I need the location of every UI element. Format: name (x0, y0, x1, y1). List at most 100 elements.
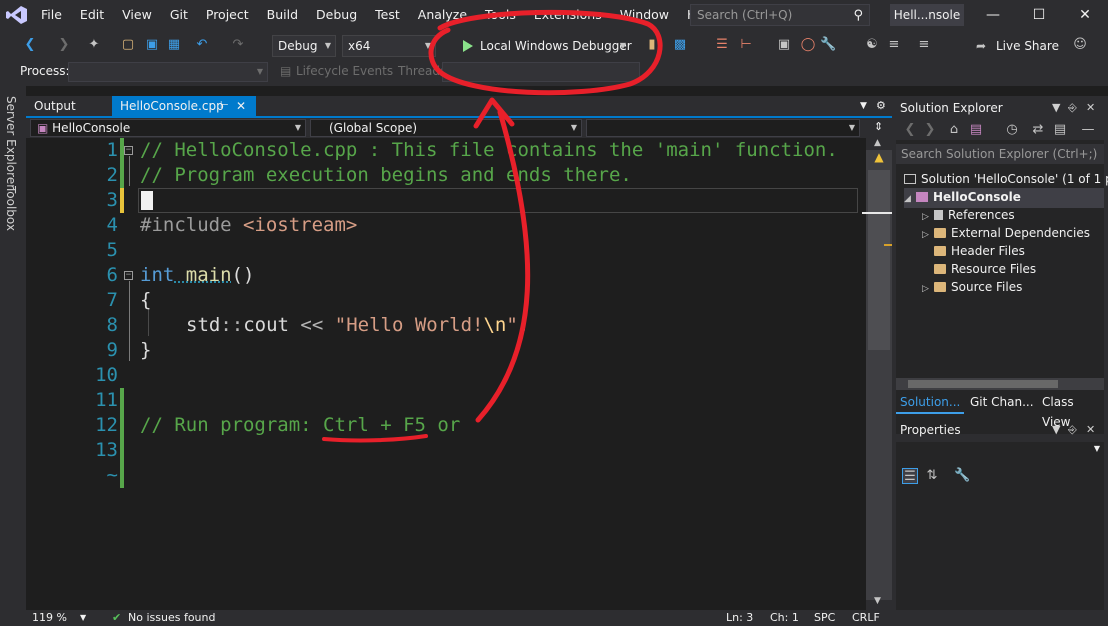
chevron-down-icon[interactable]: ▼ (620, 35, 626, 57)
feedback-icon[interactable]: ☺ (1072, 37, 1088, 53)
solution-explorer-hscrollbar[interactable] (896, 378, 1104, 390)
tab-helloconsole-cpp[interactable]: HelloConsole.cpp ⊢ ✕ (112, 96, 256, 116)
stop-icon[interactable]: ▣ (776, 37, 792, 53)
menu-build[interactable]: Build (258, 0, 307, 30)
scope-dropdown[interactable]: (Global Scope) ▼ (310, 119, 582, 137)
property-pages-icon[interactable]: 🔧 (954, 468, 970, 484)
sync-icon[interactable]: ⇄ (1030, 122, 1046, 138)
attach-icon[interactable]: ▮ (644, 37, 660, 53)
outline-icon[interactable]: ☯ (864, 37, 880, 53)
menu-edit[interactable]: Edit (71, 0, 113, 30)
menu-analyze[interactable]: Analyze (409, 0, 476, 30)
open-folder-icon[interactable]: ▢ (120, 37, 136, 53)
menu-view[interactable]: View (113, 0, 161, 30)
code-editor[interactable]: 1 2 3 4 5 6 7 8 9 10 11 12 13 ~ − − // H… (26, 138, 866, 610)
column-indicator[interactable]: Ch: 1 (770, 610, 799, 626)
line-ending-indicator[interactable]: CRLF (852, 610, 880, 626)
menu-project[interactable]: Project (197, 0, 258, 30)
tree-item-header-files[interactable]: Header Files (922, 242, 1025, 260)
chevron-down-icon[interactable]: ▼ (860, 96, 867, 116)
solution-explorer-search[interactable]: Search Solution Explorer (Ctrl+;) (896, 144, 1104, 164)
process-dropdown[interactable]: ▼ (68, 62, 268, 82)
back-icon[interactable]: ❮ (22, 37, 38, 53)
align-icon[interactable]: ≡ (886, 37, 902, 53)
chevron-down-icon[interactable]: ▼ (1052, 420, 1060, 440)
scroll-down-icon[interactable]: ▼ (874, 596, 881, 606)
member-dropdown[interactable]: ▼ (586, 119, 860, 137)
properties-icon[interactable]: — (1080, 122, 1096, 138)
restart-icon[interactable]: ◯ (800, 37, 816, 53)
tree-project-node[interactable]: ◢ HelloConsole (904, 188, 1104, 208)
tab-output[interactable]: Output (26, 96, 84, 116)
lifecycle-events-label[interactable]: Lifecycle Events (296, 60, 393, 82)
close-icon[interactable]: ✕ (1086, 98, 1095, 118)
gear-icon[interactable]: ⚙ (876, 96, 886, 116)
tree-item-external-dependencies[interactable]: ▷ External Dependencies (922, 224, 1090, 244)
chevron-down-icon[interactable]: ▼ (1052, 98, 1060, 118)
toolbox-tab[interactable]: Toolbox (4, 186, 18, 231)
home-icon[interactable]: ⌂ (946, 122, 962, 138)
new-project-icon[interactable]: ✦ (86, 37, 102, 53)
live-share-button[interactable]: ➦ Live Share (974, 35, 1059, 57)
tree-item-resource-files[interactable]: Resource Files (922, 260, 1036, 278)
scrollbar-track[interactable]: ▲ (862, 150, 892, 600)
save-all-icon[interactable]: ▦ (166, 37, 182, 53)
wrench-icon[interactable]: 🔧 (820, 37, 836, 53)
local-windows-debugger-button[interactable]: Local Windows Debugger ▼ (456, 35, 632, 57)
close-icon[interactable]: ✕ (1062, 0, 1108, 30)
pin-icon[interactable]: ⊢ (220, 96, 229, 116)
issues-status[interactable]: No issues found (128, 610, 215, 626)
forward-icon[interactable]: ❯ (922, 122, 938, 138)
search-box[interactable]: Search (Ctrl+Q) ⚲ (690, 4, 870, 26)
diagnostic-tools-icon[interactable]: ▩ (672, 37, 688, 53)
project-dropdown[interactable]: ▣ HelloConsole ▼ (30, 119, 306, 137)
line-indicator[interactable]: Ln: 3 (726, 610, 753, 626)
server-explorer-tab[interactable]: Server Explorer (4, 96, 18, 189)
tab-git-changes[interactable]: Git Chan... (966, 392, 1038, 412)
menu-window[interactable]: Window (611, 0, 678, 30)
tree-item-source-files[interactable]: ▷ Source Files (922, 278, 1022, 298)
whitespace-indicator[interactable]: SPC (814, 610, 835, 626)
close-icon[interactable]: ✕ (236, 96, 246, 116)
alphabetical-icon[interactable]: ⇅ (924, 468, 940, 484)
switch-views-icon[interactable]: ▤ (968, 122, 984, 138)
minimize-icon[interactable]: — (970, 0, 1016, 30)
pin-icon[interactable]: ⎆ (1068, 98, 1077, 118)
pin-icon[interactable]: ⎆ (1068, 420, 1077, 440)
undo-icon[interactable]: ↶ (194, 37, 210, 53)
menu-test[interactable]: Test (366, 0, 409, 30)
chevron-down-icon[interactable]: ▼ (80, 610, 86, 626)
scroll-up-icon[interactable]: ▲ (874, 138, 881, 148)
menu-tools[interactable]: Tools (476, 0, 525, 30)
collapse-toggle-icon[interactable]: − (124, 271, 133, 280)
platform-dropdown[interactable]: x64 ▼ (342, 35, 436, 57)
visual-studio-logo-icon[interactable] (6, 5, 28, 25)
redo-icon[interactable]: ↷ (230, 37, 246, 53)
editor-vertical-scrollbar[interactable]: ⇕ ▲ ▲ ▼ (862, 118, 892, 610)
lifecycle-icon[interactable]: ▤ (280, 60, 291, 82)
step-over-icon[interactable]: ⊢ (738, 37, 754, 53)
thread-dropdown[interactable] (442, 62, 640, 82)
categorized-icon[interactable]: ☰ (902, 468, 918, 484)
tab-solution[interactable]: Solution... (896, 392, 965, 414)
list-icon[interactable]: ≡ (916, 37, 932, 53)
collapse-all-icon[interactable]: ▤ (1052, 122, 1068, 138)
save-icon[interactable]: ▣ (144, 37, 160, 53)
tree-item-references[interactable]: ▷ References (922, 206, 1015, 226)
scroll-thumb[interactable] (908, 380, 1058, 388)
search-icon[interactable]: ⚲ (853, 6, 863, 26)
zoom-level[interactable]: 119 % (32, 610, 67, 626)
back-icon[interactable]: ❮ (902, 122, 918, 138)
breakpoint-icon[interactable]: ☰ (714, 37, 730, 53)
tree-solution-node[interactable]: Solution 'HelloConsole' (1 of 1 project) (904, 170, 1108, 188)
history-icon[interactable]: ◷ (1004, 122, 1020, 138)
configuration-dropdown[interactable]: Debug ▼ (272, 35, 336, 57)
menu-extensions[interactable]: Extensions (525, 0, 611, 30)
maximize-icon[interactable]: ☐ (1016, 0, 1062, 30)
collapse-toggle-icon[interactable]: − (124, 146, 133, 155)
scroll-thumb[interactable] (868, 170, 890, 350)
forward-icon[interactable]: ❯ (56, 37, 72, 53)
menu-git[interactable]: Git (161, 0, 197, 30)
menu-file[interactable]: File (32, 0, 71, 30)
collapsed-icon[interactable]: ▷ (922, 280, 934, 298)
